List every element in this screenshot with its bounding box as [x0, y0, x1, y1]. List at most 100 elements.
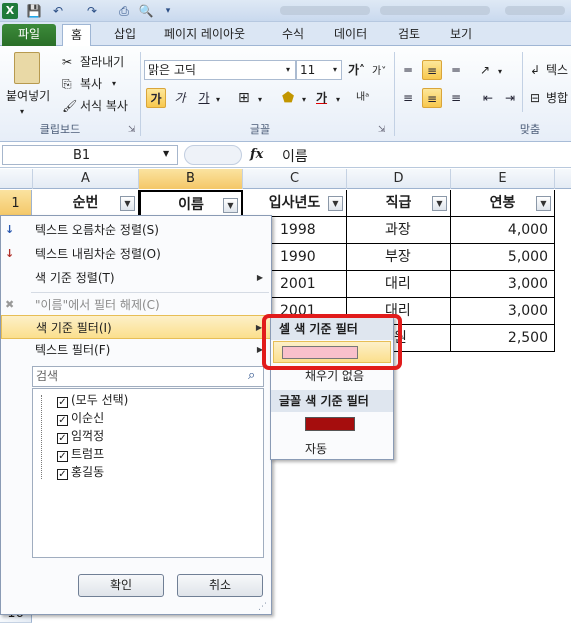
filter-dropdown-icon[interactable]: ▼	[432, 196, 447, 211]
cell-salary[interactable]: 5,000	[451, 244, 555, 271]
header-cell-salary[interactable]: 연봉 ▼	[451, 190, 555, 217]
cancel-button[interactable]: 취소	[177, 574, 263, 597]
formula-divider-handle[interactable]	[184, 145, 242, 165]
filter-dropdown-icon[interactable]: ▼	[223, 198, 238, 213]
tab-page-layout[interactable]: 페이지 레이아웃	[156, 24, 253, 46]
copy-icon[interactable]: ⎘	[62, 76, 72, 92]
list-item-select-all[interactable]: ✓ (모두 선택)	[57, 391, 128, 409]
font-name-select[interactable]: 맑은 고딕	[144, 60, 296, 80]
tab-view[interactable]: 보기	[442, 24, 480, 46]
copy-dropdown-icon[interactable]: ▾	[112, 76, 116, 92]
tab-insert[interactable]: 삽입	[106, 24, 144, 46]
cut-button[interactable]: 잘라내기	[80, 54, 124, 70]
border-icon[interactable]: ⊞	[238, 90, 250, 106]
tab-formulas[interactable]: 수식	[274, 24, 312, 46]
menu-sort-by-color[interactable]: 색 기준 정렬(T) ▶	[1, 266, 271, 290]
grow-font-icon[interactable]: 가˄	[348, 62, 365, 78]
filter-dropdown-icon[interactable]: ▼	[120, 196, 135, 211]
excel-logo-icon[interactable]: X	[2, 3, 18, 19]
fill-color-icon[interactable]: ⬟	[282, 90, 294, 106]
increase-indent-icon[interactable]: ⇥	[500, 88, 520, 108]
text-orientation-dropdown-icon[interactable]: ▾	[498, 64, 502, 80]
wrap-text-icon[interactable]: ↲	[530, 62, 540, 78]
insert-function-icon[interactable]: fx	[250, 147, 263, 162]
cell-salary[interactable]: 4,000	[451, 217, 555, 244]
redo-icon[interactable]: ↷	[84, 3, 100, 19]
paste-button[interactable]: 붙여넣기	[6, 88, 50, 104]
print-preview-icon[interactable]: 🔍	[138, 3, 154, 19]
paste-dropdown-icon[interactable]: ▾	[20, 104, 24, 120]
menu-clear-filter[interactable]: ✖ "이름"에서 필터 해제(C)	[1, 293, 271, 317]
align-center-icon[interactable]: ≡	[422, 88, 442, 108]
menu-text-filters[interactable]: 텍스트 필터(F) ▶	[1, 338, 271, 362]
list-item[interactable]: ✓ 임꺽정	[57, 427, 104, 445]
checkbox-checked-icon[interactable]: ✓	[57, 397, 68, 408]
tab-file[interactable]: 파일	[2, 24, 56, 46]
decrease-indent-icon[interactable]: ⇤	[478, 88, 498, 108]
underline-button[interactable]: 가	[194, 88, 214, 108]
align-right-icon[interactable]: ≡	[446, 88, 466, 108]
search-icon[interactable]: ⌕	[248, 368, 255, 383]
header-cell-rank[interactable]: 직급 ▼	[347, 190, 451, 217]
column-header-a[interactable]: A	[33, 169, 139, 189]
text-orientation-icon[interactable]: ↗	[480, 62, 490, 78]
paste-icon[interactable]	[14, 52, 40, 84]
cell-year[interactable]: 2001	[272, 271, 347, 298]
dark-red-color-swatch[interactable]	[305, 417, 355, 431]
resize-grip-icon[interactable]: ⋰	[258, 602, 267, 612]
cell-year[interactable]: 1990	[272, 244, 347, 271]
font-color-icon[interactable]: 가	[316, 90, 327, 106]
format-painter-icon[interactable]: 🖌	[62, 98, 77, 114]
cell-rank[interactable]: 과장	[347, 217, 451, 244]
menu-sort-ascending[interactable]: ↓ 텍스트 오름차순 정렬(S)	[1, 218, 271, 242]
checkbox-checked-icon[interactable]: ✓	[57, 451, 68, 462]
font-launcher-icon[interactable]: ⇲	[378, 122, 386, 138]
underline-dropdown-icon[interactable]: ▾	[216, 92, 220, 108]
column-header-e[interactable]: E	[451, 169, 555, 189]
column-header-d[interactable]: D	[347, 169, 451, 189]
tab-review[interactable]: 검토	[390, 24, 428, 46]
formula-input[interactable]: 이름	[282, 146, 308, 166]
menu-sort-descending[interactable]: ↓ 텍스트 내림차순 정렬(O)	[1, 242, 271, 266]
align-middle-icon[interactable]: ≡	[422, 60, 442, 80]
header-cell-year[interactable]: 입사년도 ▼	[243, 190, 347, 217]
phonetic-icon[interactable]: 내ᵃ	[356, 90, 369, 106]
filter-dropdown-icon[interactable]: ▼	[536, 196, 551, 211]
menu-filter-by-color[interactable]: 색 기준 필터(I) ▶	[1, 315, 271, 339]
cell-salary[interactable]: 2,500	[451, 325, 555, 352]
wrap-text-button[interactable]: 텍스	[546, 62, 568, 78]
name-box-dropdown-icon[interactable]: ▼	[163, 149, 169, 158]
cut-icon[interactable]: ✂	[62, 54, 72, 70]
cell-rank[interactable]: 원	[394, 325, 451, 352]
cell-salary[interactable]: 3,000	[451, 298, 555, 325]
list-item[interactable]: ✓ 홍길동	[57, 463, 104, 481]
italic-button[interactable]: 가	[170, 88, 190, 108]
automatic-color-option[interactable]: 자동	[305, 440, 327, 457]
select-all-corner[interactable]	[0, 169, 33, 189]
header-cell-name[interactable]: 이름 ▼	[139, 190, 243, 217]
ok-button[interactable]: 확인	[78, 574, 164, 597]
tab-home[interactable]: 홈	[62, 24, 92, 46]
shrink-font-icon[interactable]: 가˅	[372, 64, 386, 80]
checkbox-checked-icon[interactable]: ✓	[57, 469, 68, 480]
column-header-c[interactable]: C	[243, 169, 347, 189]
align-bottom-icon[interactable]: ═	[446, 60, 466, 80]
font-color-dropdown-icon[interactable]: ▾	[336, 92, 340, 108]
cell-year[interactable]: 1998	[272, 217, 347, 244]
name-box[interactable]: B1 ▼	[2, 145, 178, 165]
checkbox-checked-icon[interactable]: ✓	[57, 433, 68, 444]
cell-rank[interactable]: 부장	[347, 244, 451, 271]
header-cell-order[interactable]: 순번 ▼	[33, 190, 139, 217]
checkbox-checked-icon[interactable]: ✓	[57, 415, 68, 426]
font-name-dropdown-icon[interactable]: ▾	[286, 62, 290, 78]
print-icon[interactable]: ⎙	[116, 3, 132, 19]
tab-data[interactable]: 데이터	[326, 24, 375, 46]
fill-color-dropdown-icon[interactable]: ▾	[302, 92, 306, 108]
align-top-icon[interactable]: ═	[398, 60, 418, 80]
save-icon[interactable]: 💾	[26, 3, 42, 19]
merge-icon[interactable]: ⊟	[530, 90, 540, 106]
bold-button[interactable]: 가	[146, 88, 166, 108]
filter-dropdown-icon[interactable]: ▼	[328, 196, 343, 211]
cell-salary[interactable]: 3,000	[451, 271, 555, 298]
list-item[interactable]: ✓ 이순신	[57, 409, 104, 427]
